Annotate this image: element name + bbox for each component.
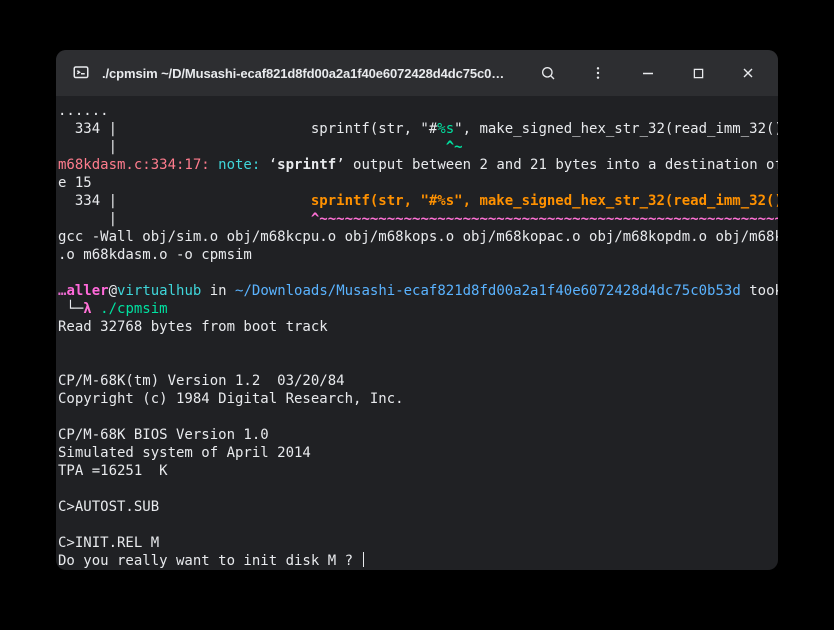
out-note-msg1: ‘ [269, 157, 277, 173]
out-bios2: Simulated system of April 2014 [58, 445, 311, 461]
out-wave-pad: | [58, 211, 311, 227]
maximize-button[interactable] [678, 50, 718, 96]
out-dots: ...... [58, 103, 109, 119]
out-note-sprintf: sprintf [277, 157, 336, 173]
out-prompt-q: Do you really want to init disk M ? [58, 553, 361, 569]
cursor [363, 552, 364, 567]
prompt-lambda: λ [83, 301, 100, 317]
prompt-command: ./cpmsim [100, 301, 167, 317]
terminal-content[interactable]: ...... 334 | sprintf(str, "#%s", make_si… [56, 96, 778, 570]
window-title: ./cpmsim ~/D/Musashi-ecaf821d8fd00a2a1f4… [102, 66, 518, 81]
out-marker-pad-a: | [58, 139, 446, 155]
out-line334b-pad: 334 | [58, 193, 311, 209]
prompt-took: took [741, 283, 778, 299]
titlebar: ./cpmsim ~/D/Musashi-ecaf821d8fd00a2a1f4… [56, 50, 778, 96]
out-marker-a: ^~ [446, 139, 463, 155]
prompt-in: in [201, 283, 235, 299]
prompt-at: @ [109, 283, 117, 299]
out-bios3: TPA =16251 K [58, 463, 168, 479]
terminal-app-icon [70, 62, 92, 84]
out-bios1: CP/M-68K BIOS Version 1.0 [58, 427, 269, 443]
menu-button[interactable] [578, 50, 618, 96]
prompt-corner: └─ [58, 301, 83, 317]
out-line334a-fmt: %s [437, 121, 454, 137]
out-line334a-suffix: ", make_signed_hex_str_32(read_imm_32())… [454, 121, 778, 137]
out-note-msg3: e 15 [58, 175, 92, 191]
out-gcc1: gcc -Wall obj/sim.o obj/m68kcpu.o obj/m6… [58, 229, 778, 245]
terminal-window: ./cpmsim ~/D/Musashi-ecaf821d8fd00a2a1f4… [56, 50, 778, 570]
out-wave: ^~~~~~~~~~~~~~~~~~~~~~~~~~~~~~~~~~~~~~~~… [311, 211, 778, 227]
prompt-host: virtualhub [117, 283, 201, 299]
out-file-loc: m68kdasm.c:334:17: [58, 157, 210, 173]
out-line334a-prefix: 334 | sprintf(str, "# [58, 121, 437, 137]
prompt-user: aller [66, 283, 108, 299]
minimize-button[interactable] [628, 50, 668, 96]
out-note-msg2: ’ output between 2 and 21 bytes into a d… [336, 157, 778, 173]
out-gcc2: .o m68kdasm.o -o cpmsim [58, 247, 252, 263]
close-button[interactable] [728, 50, 768, 96]
out-initrel: C>INIT.REL M [58, 535, 159, 551]
prompt-path: ~/Downloads/Musashi-ecaf821d8fd00a2a1f40… [235, 283, 741, 299]
out-line334b-call: sprintf(str, "#%s", make_signed_hex_str_… [311, 193, 778, 209]
out-read: Read 32768 bytes from boot track [58, 319, 328, 335]
out-autost: C>AUTOST.SUB [58, 499, 159, 515]
search-button[interactable] [528, 50, 568, 96]
out-cpm2: Copyright (c) 1984 Digital Research, Inc… [58, 391, 404, 407]
out-note-word: note: [210, 157, 269, 173]
out-cpm1: CP/M-68K(tm) Version 1.2 03/20/84 [58, 373, 345, 389]
